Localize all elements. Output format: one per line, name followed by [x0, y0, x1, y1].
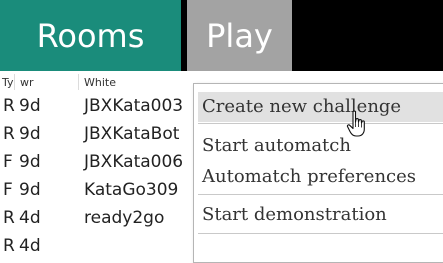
cell-type: F [3, 152, 13, 172]
menu-item-create-new-challenge[interactable]: Create new challenge [198, 92, 443, 122]
cell-white: JBXKata003 [84, 96, 184, 116]
hand-pointer-icon [346, 110, 365, 137]
menu-divider [198, 194, 443, 195]
cell-white: KataGo309 [84, 180, 179, 200]
column-header-type[interactable]: Ty [2, 76, 14, 89]
cell-wr: 9d [19, 96, 41, 116]
cell-white: JBXKataBot [84, 124, 180, 144]
cell-wr: 9d [19, 152, 41, 172]
menu-divider [198, 233, 443, 234]
cell-wr: 4d [19, 208, 41, 228]
column-divider [14, 74, 15, 90]
column-header-white[interactable]: White [84, 76, 116, 89]
menu-item-start-demonstration[interactable]: Start demonstration [198, 200, 443, 230]
cell-wr: 9d [19, 180, 41, 200]
play-dropdown-menu: Create new challenge Start automatch Aut… [193, 83, 443, 263]
top-bar: Rooms Play [0, 0, 443, 71]
cell-wr: 9d [19, 124, 41, 144]
column-header-wr[interactable]: wr [20, 76, 34, 89]
menu-item-automatch-preferences[interactable]: Automatch preferences [198, 162, 443, 192]
column-divider [78, 74, 79, 90]
cell-white: JBXKata006 [84, 152, 184, 172]
tab-play-label: Play [206, 16, 273, 55]
cell-white: ready2go [84, 208, 165, 228]
tab-rooms[interactable]: Rooms [0, 0, 181, 71]
cell-type: R [3, 236, 15, 256]
cell-type: R [3, 124, 15, 144]
menu-item-start-automatch[interactable]: Start automatch [198, 131, 443, 161]
cell-type: R [3, 208, 15, 228]
cell-type: R [3, 96, 15, 116]
tab-rooms-label: Rooms [36, 16, 145, 55]
tab-play[interactable]: Play [187, 0, 292, 71]
cell-wr: 4d [19, 236, 41, 256]
menu-divider [198, 123, 443, 124]
cell-type: F [3, 180, 13, 200]
